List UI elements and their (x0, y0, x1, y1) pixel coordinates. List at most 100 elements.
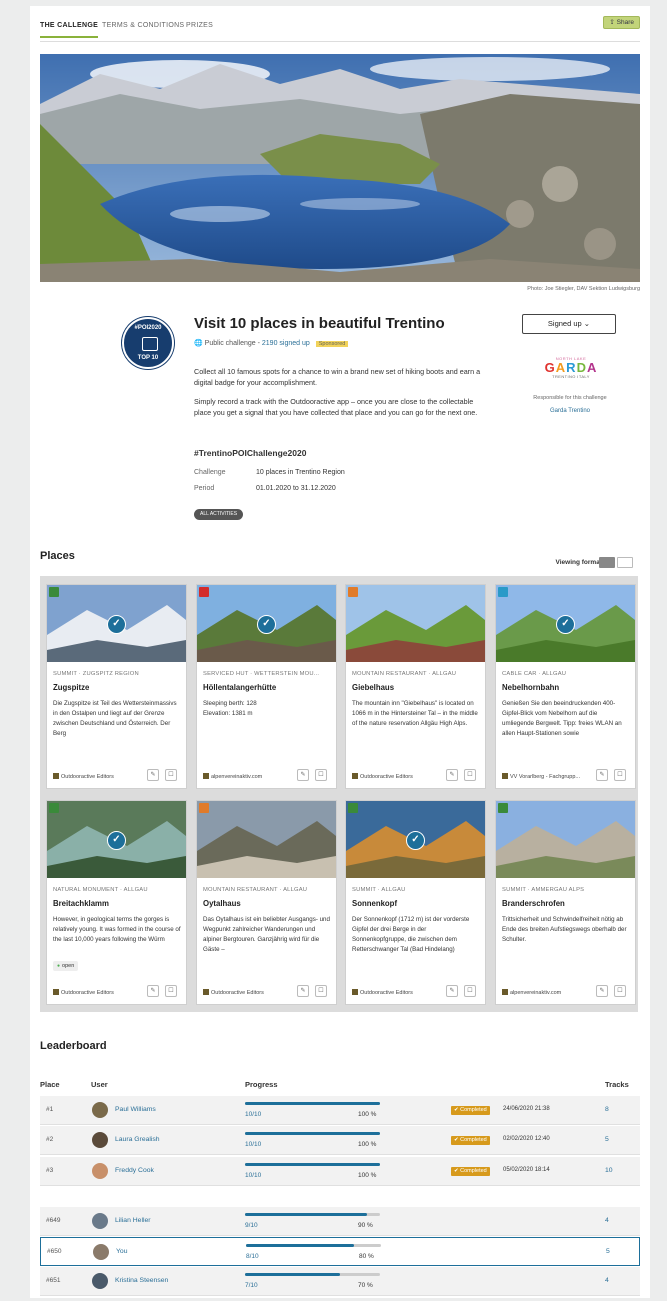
leaderboard-row[interactable]: #649 Lilian Heller 9/10 90 % 4 (40, 1207, 640, 1236)
signed-up-count[interactable]: 2190 signed up (262, 340, 310, 347)
bookmark-icon[interactable]: ☐ (165, 985, 177, 997)
list-view-icon[interactable] (617, 557, 633, 568)
leaderboard-row[interactable]: #651 Kristina Steensen 7/10 70 % 4 (40, 1267, 640, 1296)
place-author[interactable]: VV Vorarlberg - Fachgrupp... (502, 773, 592, 780)
place-card[interactable]: MOUNTAIN RESTAURANT · ALLGÄU Oytalhaus Das… (196, 800, 337, 1005)
place-name[interactable]: Breitachklamm (53, 899, 109, 908)
place-image[interactable] (346, 585, 485, 662)
track-count[interactable]: 4 (605, 1217, 609, 1224)
challenge-hashtag[interactable]: #TrentinoPOIChallenge2020 (194, 448, 306, 458)
place-image[interactable]: ✓ (47, 585, 186, 662)
bookmark-icon[interactable]: ☐ (614, 769, 626, 781)
sponsor-logo[interactable]: NORTH LAKE GARDA TRENTINO ITALY (530, 356, 612, 379)
place-name[interactable]: Sonnenkopf (352, 899, 397, 908)
grid-view-icon[interactable] (599, 557, 615, 568)
monument-icon (49, 803, 59, 813)
place-name[interactable]: Nebelhornbahn (502, 683, 559, 692)
user-name[interactable]: Freddy Cook (115, 1167, 154, 1174)
tab-challenge[interactable]: THE CALLENGE (40, 22, 99, 38)
place-card[interactable]: ✓ NATURAL MONUMENT · ALLGÄU Breitachklamm H… (46, 800, 187, 1005)
edit-icon[interactable]: ✎ (147, 769, 159, 781)
collected-check-icon: ✓ (556, 615, 575, 634)
track-count[interactable]: 4 (605, 1277, 609, 1284)
place-name[interactable]: Höllentalangerhütte (203, 683, 276, 692)
place-author[interactable]: Outdooractive Editors (203, 989, 293, 996)
place-image[interactable]: ✓ (496, 585, 635, 662)
progress-fill (245, 1102, 380, 1105)
place-image[interactable]: ✓ (197, 585, 336, 662)
place-card[interactable]: ✓ SUMMIT · ALLGÄU Sonnenkopf Der Sonnenkopf… (345, 800, 486, 1005)
signed-up-button[interactable]: Signed up ⌄ (522, 314, 616, 334)
track-count[interactable]: 5 (605, 1136, 609, 1143)
place-image[interactable] (197, 801, 336, 878)
edit-icon[interactable]: ✎ (446, 769, 458, 781)
avatar[interactable] (92, 1273, 108, 1289)
progress-fill (245, 1132, 380, 1135)
restaurant-icon (199, 803, 209, 813)
badge-bottom-text: TOP 10 (137, 355, 159, 361)
place-card[interactable]: ✓ CABLE CAR · ALLGÄU Nebelhornbahn Genießen… (495, 584, 636, 789)
user-name[interactable]: You (116, 1248, 127, 1255)
collected-check-icon: ✓ (406, 831, 425, 850)
place-author[interactable]: Outdooractive Editors (53, 773, 143, 780)
place-author[interactable]: Outdooractive Editors (352, 989, 442, 996)
place-author[interactable]: Outdooractive Editors (53, 989, 143, 996)
bookmark-icon[interactable]: ☐ (464, 985, 476, 997)
place-card[interactable]: SUMMIT · AMMERGAU ALPS Branderschrofen Tri… (495, 800, 636, 1005)
avatar[interactable] (93, 1244, 109, 1260)
tab-prizes[interactable]: PRIZES (186, 22, 213, 29)
place-image[interactable]: ✓ (346, 801, 485, 878)
avatar[interactable] (92, 1102, 108, 1118)
responsible-label: Responsible for this challenge (533, 395, 607, 401)
place-card[interactable]: ✓ SERVICED HUT · WETTERSTEIN MOU... Höllen… (196, 584, 337, 789)
place-card[interactable]: ✓ SUMMIT · ZUGSPITZ REGION Zugspitze Die Zu… (46, 584, 187, 789)
track-count[interactable]: 10 (605, 1167, 613, 1174)
avatar[interactable] (92, 1163, 108, 1179)
bookmark-icon[interactable]: ☐ (315, 769, 327, 781)
hero-image (40, 54, 640, 282)
bookmark-icon[interactable]: ☐ (464, 769, 476, 781)
edit-icon[interactable]: ✎ (147, 985, 159, 997)
place-author[interactable]: alpenvereinaktiv.com (203, 773, 293, 780)
user-name[interactable]: Laura Grealish (115, 1136, 160, 1143)
progress-fill (245, 1163, 380, 1166)
edit-icon[interactable]: ✎ (446, 985, 458, 997)
avatar[interactable] (92, 1213, 108, 1229)
leaderboard-row[interactable]: #650 You 8/10 80 % 5 (40, 1237, 640, 1266)
place-image[interactable]: ✓ (47, 801, 186, 878)
badge-top-text: #POI2020 (134, 325, 162, 331)
leaderboard-row[interactable]: #2 Laura Grealish 10/10 100 % ✔ Completed 02/… (40, 1126, 640, 1155)
sponsor-link[interactable]: Garda Trentino (510, 408, 630, 414)
place-name[interactable]: Giebelhaus (352, 683, 394, 692)
edit-icon[interactable]: ✎ (596, 985, 608, 997)
user-name[interactable]: Kristina Steensen (115, 1277, 168, 1284)
user-name[interactable]: Paul Williams (115, 1106, 156, 1113)
place-name[interactable]: Zugspitze (53, 683, 89, 692)
leaderboard-row[interactable]: #1 Paul Williams 10/10 100 % ✔ Completed 24/0… (40, 1096, 640, 1125)
tab-terms[interactable]: TERMS & CONDITIONS (102, 22, 184, 29)
leaderboard-row[interactable]: #3 Freddy Cook 10/10 100 % ✔ Completed 05/02/… (40, 1157, 640, 1186)
track-count[interactable]: 5 (606, 1248, 610, 1255)
edit-icon[interactable]: ✎ (596, 769, 608, 781)
bookmark-icon[interactable]: ☐ (614, 985, 626, 997)
share-button[interactable]: ⇪ Share (603, 16, 640, 29)
edit-icon[interactable]: ✎ (297, 769, 309, 781)
track-count[interactable]: 8 (605, 1106, 609, 1113)
bookmark-icon[interactable]: ☐ (315, 985, 327, 997)
place-category: CABLE CAR · ALLGÄU (502, 671, 567, 677)
place-name[interactable]: Branderschrofen (502, 899, 565, 908)
place-card[interactable]: MOUNTAIN RESTAURANT · ALLGÄU Giebelhaus Th… (345, 584, 486, 789)
user-name[interactable]: Lilian Heller (115, 1217, 151, 1224)
progress-bar (245, 1213, 380, 1216)
place-image[interactable] (496, 801, 635, 878)
all-activities-button[interactable]: ALL ACTIVITIES (194, 509, 244, 520)
avatar[interactable] (92, 1132, 108, 1148)
tab-bar: THE CALLENGE TERMS & CONDITIONS PRIZES ⇪… (40, 16, 640, 42)
place-author[interactable]: Outdooractive Editors (352, 773, 442, 780)
bookmark-icon[interactable]: ☐ (165, 769, 177, 781)
place-author[interactable]: alpenvereinaktiv.com (502, 989, 592, 996)
collected-check-icon: ✓ (107, 615, 126, 634)
edit-icon[interactable]: ✎ (297, 985, 309, 997)
place-name[interactable]: Oytalhaus (203, 899, 241, 908)
globe-icon: 🌐 (194, 340, 203, 347)
